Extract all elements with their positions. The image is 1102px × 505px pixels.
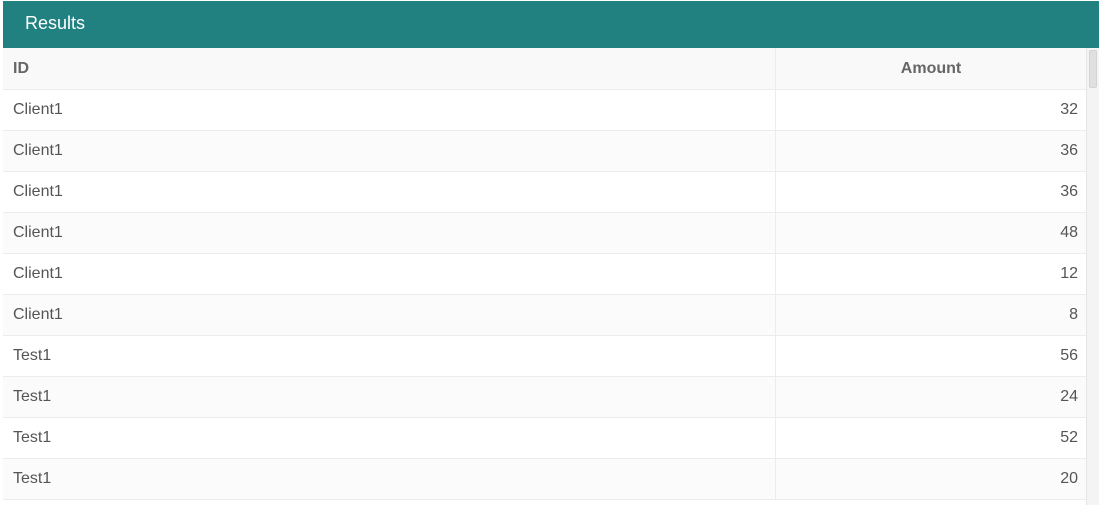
cell-id: Client1	[3, 295, 776, 335]
table-row[interactable]: Client1 36	[3, 131, 1086, 172]
vertical-scrollbar[interactable]	[1086, 48, 1099, 505]
cell-id: Client1	[3, 131, 776, 171]
cell-amount: 52	[1060, 429, 1078, 446]
cell-amount: 32	[1060, 101, 1078, 118]
cell-id: Test1	[3, 459, 776, 499]
cell-amount: 36	[1060, 183, 1078, 200]
results-grid: ID Amount Client1 32 Client1 36 Client1 …	[3, 48, 1099, 505]
panel-title: Results	[3, 1, 1099, 48]
cell-id: Client1	[3, 213, 776, 253]
cell-id: Test1	[3, 418, 776, 458]
cell-id: Client1	[3, 90, 776, 130]
cell-amount: 36	[1060, 142, 1078, 159]
table-row[interactable]: Test1 52	[3, 418, 1086, 459]
column-header-id[interactable]: ID	[3, 48, 776, 89]
cell-id: Test1	[3, 336, 776, 376]
cell-amount: 48	[1060, 224, 1078, 241]
table-row[interactable]: Client1 36	[3, 172, 1086, 213]
cell-id: Client1	[3, 172, 776, 212]
cell-amount: 20	[1060, 470, 1078, 487]
cell-amount: 24	[1060, 388, 1078, 405]
cell-id: Client1	[3, 254, 776, 294]
cell-id: Test1	[3, 377, 776, 417]
table-row[interactable]: Client1 12	[3, 254, 1086, 295]
table-row[interactable]: Client1 32	[3, 90, 1086, 131]
results-panel: Results ID Amount Client1 32 Client1 36 …	[3, 1, 1099, 505]
cell-amount: 12	[1060, 265, 1078, 282]
table-row[interactable]: Client1 48	[3, 213, 1086, 254]
table-row[interactable]: Test1 20	[3, 459, 1086, 500]
column-header-amount[interactable]: Amount	[776, 48, 1086, 89]
scrollbar-thumb[interactable]	[1089, 50, 1097, 88]
table-row[interactable]: Test1 24	[3, 377, 1086, 418]
grid-table: ID Amount Client1 32 Client1 36 Client1 …	[3, 48, 1086, 500]
table-row[interactable]: Test1 56	[3, 336, 1086, 377]
cell-amount: 56	[1060, 347, 1078, 364]
grid-header-row: ID Amount	[3, 48, 1086, 90]
table-row[interactable]: Client1 8	[3, 295, 1086, 336]
cell-amount: 8	[1069, 306, 1078, 323]
